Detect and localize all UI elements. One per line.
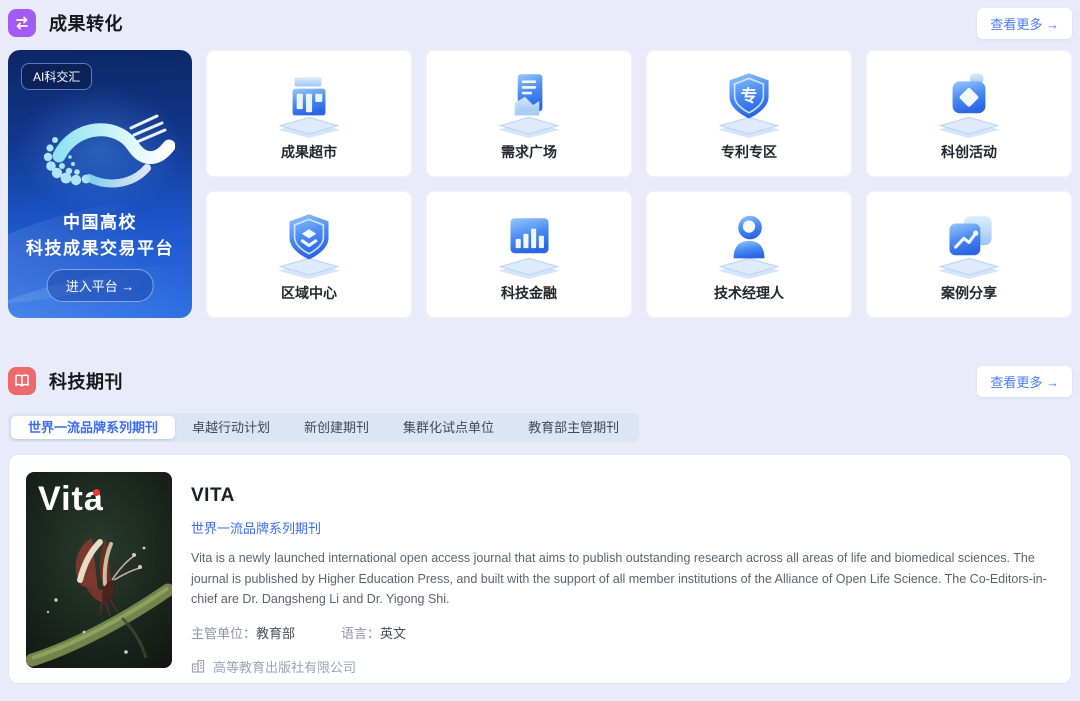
section-transform-header: 成果转化 查看更多 → <box>8 0 1072 41</box>
service-card-achievement-market[interactable]: 成果超市 <box>206 50 412 177</box>
section-journal-header: 科技期刊 查看更多 → <box>8 358 1072 399</box>
supervisor-label: 主管单位： <box>191 626 256 641</box>
service-label: 科技金融 <box>501 283 557 303</box>
service-card-innovation-events[interactable]: 科创活动 <box>866 50 1072 177</box>
service-card-case-sharing[interactable]: 案例分享 <box>866 191 1072 318</box>
storefront-icon <box>272 66 346 140</box>
language-field: 语言：英文 <box>341 623 406 642</box>
activity-cube-icon <box>932 66 1006 140</box>
promo-title: 中国高校 科技成果交易平台 <box>8 210 192 263</box>
section-transform: 成果转化 查看更多 → AI科交汇 <box>8 0 1072 318</box>
manager-person-icon <box>712 207 786 281</box>
journal-cover-image[interactable]: Vita <box>26 472 172 668</box>
service-card-patent-zone[interactable]: 专 专利专区 <box>646 50 852 177</box>
tab-cluster-pilot-units[interactable]: 集群化试点单位 <box>386 416 511 439</box>
journal-description: Vita is a newly launched international o… <box>191 548 1054 610</box>
service-label: 科创活动 <box>941 142 997 162</box>
building-icon <box>191 659 205 673</box>
service-label: 区域中心 <box>281 283 337 303</box>
promo-title-line2: 科技成果交易平台 <box>8 236 192 262</box>
region-shield-icon <box>272 207 346 281</box>
page: 成果转化 查看更多 → AI科交汇 <box>0 0 1080 701</box>
journal-info: VITA 世界一流品牌系列期刊 Vita is a newly launched… <box>191 472 1054 666</box>
journal-name: VITA <box>191 485 1054 507</box>
service-card-demand-plaza[interactable]: 需求广场 <box>426 50 632 177</box>
view-more-transform-button[interactable]: 查看更多 → <box>977 8 1072 39</box>
promo-title-line1: 中国高校 <box>8 210 192 236</box>
tab-newly-created[interactable]: 新创建期刊 <box>287 416 386 439</box>
patent-shield-icon: 专 <box>712 66 786 140</box>
services-grid: 成果超市 需求广场 <box>206 50 1072 318</box>
enter-platform-button[interactable]: 进入平台 → <box>47 269 154 302</box>
service-label: 案例分享 <box>941 283 997 303</box>
journal-category-link[interactable]: 世界一流品牌系列期刊 <box>191 518 1054 537</box>
journal-meta: 主管单位：教育部 语言：英文 <box>191 623 1054 642</box>
service-label: 专利专区 <box>721 142 777 162</box>
svg-text:专: 专 <box>741 86 757 105</box>
journal-card-vita[interactable]: Vita VITA 世界一流品牌系列期刊 Vita is a newly lau… <box>8 454 1072 684</box>
language-label: 语言： <box>341 626 380 641</box>
case-share-icon <box>932 207 1006 281</box>
service-card-tech-manager[interactable]: 技术经理人 <box>646 191 852 318</box>
open-book-icon <box>8 367 36 395</box>
language-value: 英文 <box>380 626 406 641</box>
service-card-tech-finance[interactable]: 科技金融 <box>426 191 632 318</box>
journal-publisher: 高等教育出版社有限公司 <box>191 657 1054 676</box>
section-transform-title: 成果转化 <box>49 10 123 36</box>
service-label: 成果超市 <box>281 142 337 162</box>
cover-title-text: Vita <box>38 480 104 519</box>
journal-tabs: 世界一流品牌系列期刊 卓越行动计划 新创建期刊 集群化试点单位 教育部主管期刊 <box>8 413 639 442</box>
ai-exchange-badge: AI科交汇 <box>21 63 92 90</box>
supervisor-value: 教育部 <box>256 626 295 641</box>
demand-document-icon <box>492 66 566 140</box>
cover-title-red-dot <box>93 489 100 496</box>
section-journal: 科技期刊 查看更多 → 世界一流品牌系列期刊 卓越行动计划 新创建期刊 集群化试… <box>8 358 1072 684</box>
section-transform-body: AI科交汇 <box>8 50 1072 318</box>
platform-logo-icon <box>25 94 175 206</box>
transfer-arrows-icon <box>8 9 36 37</box>
tab-excellence-action-plan[interactable]: 卓越行动计划 <box>175 416 287 439</box>
supervisor-field: 主管单位：教育部 <box>191 623 295 642</box>
service-label: 技术经理人 <box>714 283 784 303</box>
service-label: 需求广场 <box>501 142 557 162</box>
view-more-journal-button[interactable]: 查看更多 → <box>977 366 1072 397</box>
promo-platform-card[interactable]: AI科交汇 <box>8 50 192 318</box>
tab-moe-supervised[interactable]: 教育部主管期刊 <box>511 416 636 439</box>
section-journal-title: 科技期刊 <box>49 368 123 394</box>
publisher-name: 高等教育出版社有限公司 <box>213 657 356 676</box>
tab-world-class-brand[interactable]: 世界一流品牌系列期刊 <box>11 416 175 439</box>
service-card-regional-center[interactable]: 区域中心 <box>206 191 412 318</box>
finance-chart-icon <box>492 207 566 281</box>
